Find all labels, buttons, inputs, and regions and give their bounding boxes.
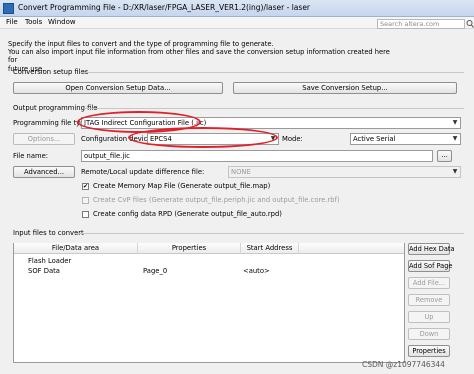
table-row-properties: Page_0 xyxy=(143,267,168,275)
divider xyxy=(74,233,464,234)
down-button[interactable]: Down xyxy=(408,328,450,340)
menu-window[interactable]: Window xyxy=(48,18,76,26)
configuration-device-select[interactable]: EPCS4 ▼ xyxy=(147,133,279,145)
column-header-blank xyxy=(299,243,404,254)
app-icon xyxy=(3,3,14,14)
column-header-start-address[interactable]: Start Address xyxy=(241,243,299,254)
options-button[interactable]: Options... xyxy=(13,133,75,145)
column-header-properties[interactable]: Properties xyxy=(138,243,241,254)
search-input[interactable]: Search altera.com xyxy=(377,19,465,29)
programming-file-type-label: Programming file type: xyxy=(13,119,91,127)
save-conversion-setup-button[interactable]: Save Conversion Setup... xyxy=(233,82,457,94)
chevron-down-icon: ▼ xyxy=(452,135,458,142)
mode-label: Mode: xyxy=(282,135,303,143)
add-hex-data-button[interactable]: Add Hex Data xyxy=(408,243,455,255)
configuration-device-label: Configuration device: xyxy=(81,135,154,143)
menu-tools[interactable]: Tools xyxy=(25,18,42,26)
file-name-input[interactable]: output_file.jic xyxy=(81,150,433,162)
search-icon[interactable] xyxy=(466,19,474,29)
configuration-device-value: EPCS4 xyxy=(150,135,172,143)
input-files-table[interactable] xyxy=(13,243,405,363)
remote-update-label: Remote/Local update difference file: xyxy=(81,168,205,176)
rpd-label: Create config data RPD (Generate output_… xyxy=(93,210,282,218)
description-line-2: You can also import input file informati… xyxy=(8,48,390,65)
divider xyxy=(84,108,464,109)
mode-value: Active Serial xyxy=(353,135,396,143)
programming-file-type-select[interactable]: JTAG Indirect Configuration File (.jic) … xyxy=(81,117,461,129)
chevron-down-icon: ▼ xyxy=(452,168,458,175)
add-sof-page-button[interactable]: Add Sof Page xyxy=(408,260,452,272)
divider xyxy=(80,72,464,73)
menu-file[interactable]: File xyxy=(6,18,18,26)
cvp-checkbox[interactable] xyxy=(82,197,89,204)
remove-button[interactable]: Remove xyxy=(408,294,450,306)
chevron-down-icon: ▼ xyxy=(270,135,276,142)
properties-button[interactable]: Properties xyxy=(408,345,450,357)
advanced-button[interactable]: Advanced... xyxy=(13,166,75,178)
add-file-button[interactable]: Add File... xyxy=(408,277,450,289)
description-line-1: Specify the input files to convert and t… xyxy=(8,40,274,48)
watermark: CSDN @z1097746344 xyxy=(362,360,445,369)
up-button[interactable]: Up xyxy=(408,311,450,323)
chevron-down-icon: ▼ xyxy=(452,119,458,126)
table-row-name[interactable]: Flash Loader xyxy=(28,257,71,265)
remote-update-value: NONE xyxy=(231,168,251,176)
table-row-name[interactable]: SOF Data xyxy=(28,267,60,275)
cvp-label: Create CvP files (Generate output_file.p… xyxy=(93,196,340,204)
memory-map-label: Create Memory Map File (Generate output_… xyxy=(93,182,271,190)
remote-update-select[interactable]: NONE ▼ xyxy=(228,166,461,178)
browse-button[interactable]: ... xyxy=(437,150,452,162)
open-conversion-setup-button[interactable]: Open Conversion Setup Data... xyxy=(13,82,223,94)
column-header-file[interactable]: File/Data area xyxy=(14,243,138,254)
table-row-address: <auto> xyxy=(243,267,270,275)
rpd-checkbox[interactable] xyxy=(82,211,89,218)
programming-file-type-value: JTAG Indirect Configuration File (.jic) xyxy=(84,119,207,127)
window-title: Convert Programming File - D:/XR/laser/F… xyxy=(18,3,311,12)
memory-map-checkbox[interactable]: ✔ xyxy=(82,183,89,190)
mode-select[interactable]: Active Serial ▼ xyxy=(350,133,461,145)
file-name-label: File name: xyxy=(13,152,49,160)
conversion-setup-label: Conversion setup files xyxy=(13,68,89,76)
